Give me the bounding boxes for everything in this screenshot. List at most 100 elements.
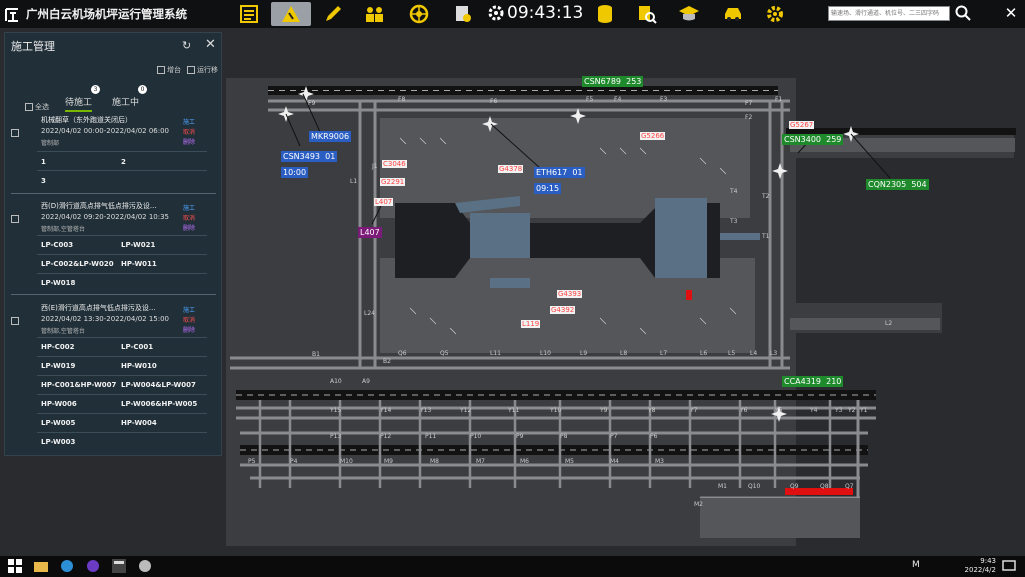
cancel-button[interactable]: 取消 (183, 315, 195, 324)
item-time: 2022/04/02 09:20-2022/04/02 10:35 (41, 213, 170, 221)
area-code: HP-W006 (41, 400, 77, 408)
settings-button[interactable] (755, 2, 795, 26)
taxiway-label: P13 (330, 433, 342, 440)
start-button[interactable]: 施工 (183, 117, 195, 126)
select-all[interactable]: 全选 (25, 102, 49, 112)
option-add-stand[interactable]: 增台 (157, 65, 181, 75)
vehicle-button[interactable] (713, 2, 753, 26)
taxiway-label: M8 (430, 458, 439, 465)
checkbox[interactable] (11, 215, 19, 223)
stand-label[interactable]: L407 (374, 198, 394, 206)
flight-label-eth617-time[interactable]: 09:15 (534, 183, 562, 194)
start-button[interactable]: 施工 (183, 203, 195, 212)
taxiway-label: M3 (655, 458, 664, 465)
folder-icon[interactable] (34, 559, 48, 573)
stand-label[interactable]: L119 (521, 320, 541, 328)
search-input[interactable] (828, 6, 950, 21)
flight-label-mkr9006[interactable]: MKR9006 (309, 131, 352, 142)
flight-label-l407[interactable]: L407 (358, 227, 382, 238)
close-icon[interactable]: ✕ (1003, 5, 1019, 21)
flight-label-csn3493-time[interactable]: 10:00 (281, 167, 309, 178)
stand-label[interactable]: G2291 (380, 178, 406, 186)
taxiway-label: Y1 (860, 407, 868, 414)
taxiway-label: T1 (762, 233, 770, 240)
taxiway-label: L8 (620, 350, 628, 357)
cancel-button[interactable]: 取消 (183, 213, 195, 222)
windows-start-icon[interactable] (8, 559, 22, 573)
taxiway-label: Q5 (440, 350, 449, 357)
taxiway-label: Y14 (380, 407, 392, 414)
taxiway-label: Y13 (420, 407, 432, 414)
divider (37, 170, 207, 171)
flight-label-cqn2305[interactable]: CQN2305 504 (866, 179, 929, 190)
tray-clock[interactable]: 9:43 2022/4/2 (960, 557, 996, 575)
area-code: LP-C001 (121, 343, 154, 351)
stand-label[interactable]: G5267 (789, 121, 815, 129)
tab-pending[interactable]: 待施工 3 (65, 85, 101, 112)
taxiway-label: L11 (490, 350, 501, 357)
taxiway-label: Y12 (460, 407, 472, 414)
area-code: LP-W004&LP-W007 (121, 381, 196, 389)
flight-label-cca4319[interactable]: CCA4319 210 (782, 376, 844, 387)
refresh-icon[interactable]: ↻ (182, 39, 191, 52)
construction-button[interactable] (271, 2, 311, 26)
taxiway-label: L1 (350, 178, 358, 185)
taxiway-label: Q8 (820, 483, 829, 490)
close-icon[interactable]: ✕ (205, 37, 216, 52)
option-move[interactable]: 运行移 (187, 65, 218, 75)
database-icon (598, 5, 612, 23)
draw-button[interactable] (313, 2, 353, 26)
taxiway-label: F7 (745, 100, 753, 107)
divider (11, 294, 216, 295)
checkbox[interactable] (157, 66, 165, 74)
database-button[interactable] (585, 2, 625, 26)
training-button[interactable] (669, 2, 709, 26)
tab-count-badge: 0 (138, 85, 148, 94)
checklist-button[interactable] (229, 2, 269, 26)
cancel-button[interactable]: 取消 (183, 127, 195, 136)
notification-icon[interactable] (1002, 559, 1016, 573)
item-title: 机械翻草（东外跑道关闭后） (41, 116, 132, 124)
checkbox[interactable] (11, 317, 19, 325)
stand-label[interactable]: G5266 (640, 132, 666, 140)
tab-in-progress[interactable]: 施工中 0 (112, 85, 148, 108)
area-code: HP-C002 (41, 343, 75, 351)
input-method-indicator[interactable]: M (912, 560, 920, 570)
search-icon[interactable] (955, 5, 971, 21)
item-dept: 管制部 (41, 140, 60, 147)
checkbox[interactable] (11, 129, 19, 137)
app-title: 广州白云机场机坪运行管理系统 (26, 7, 187, 21)
taxiway-label: L6 (700, 350, 708, 357)
document-settings-button[interactable] (443, 2, 483, 26)
flight-label-csn3400[interactable]: CSN3400 259 (782, 134, 844, 145)
divider (11, 193, 216, 194)
app-window-icon[interactable] (112, 559, 126, 573)
media-icon[interactable] (138, 559, 152, 573)
stand-label[interactable]: G4378 (498, 165, 524, 173)
flight-label-eth617[interactable]: ETH617 01 (534, 167, 585, 178)
divider (37, 375, 207, 376)
start-button[interactable]: 施工 (183, 305, 195, 314)
wheel-button[interactable] (399, 2, 439, 26)
delete-button[interactable]: 删除 (183, 325, 195, 334)
firefox-icon[interactable] (86, 559, 100, 573)
taxiway-label: P7 (610, 433, 618, 440)
flight-label-csn6789[interactable]: CSN6789 253 (582, 76, 644, 87)
taxiway-label: Y6 (740, 407, 748, 414)
taxiway-label: P5 (248, 458, 256, 465)
flight-label-csn3493[interactable]: CSN3493 01 (281, 151, 338, 162)
delete-button[interactable]: 删除 (183, 137, 195, 146)
taxiway-label: P8 (560, 433, 568, 440)
checkbox[interactable] (25, 103, 33, 111)
taxiway-label: F3 (660, 96, 668, 103)
stand-label[interactable]: C3046 (382, 160, 407, 168)
checkbox[interactable] (187, 66, 195, 74)
edge-browser-icon[interactable] (60, 559, 74, 573)
taxiway-label: F9 (308, 100, 316, 107)
stand-label[interactable]: G4393 (557, 290, 583, 298)
delete-button[interactable]: 删除 (183, 223, 195, 232)
item-dept: 管制部,空管塔台 (41, 328, 85, 335)
personnel-button[interactable] (355, 2, 395, 26)
search-document-button[interactable] (627, 2, 667, 26)
stand-label[interactable]: G4392 (550, 306, 576, 314)
